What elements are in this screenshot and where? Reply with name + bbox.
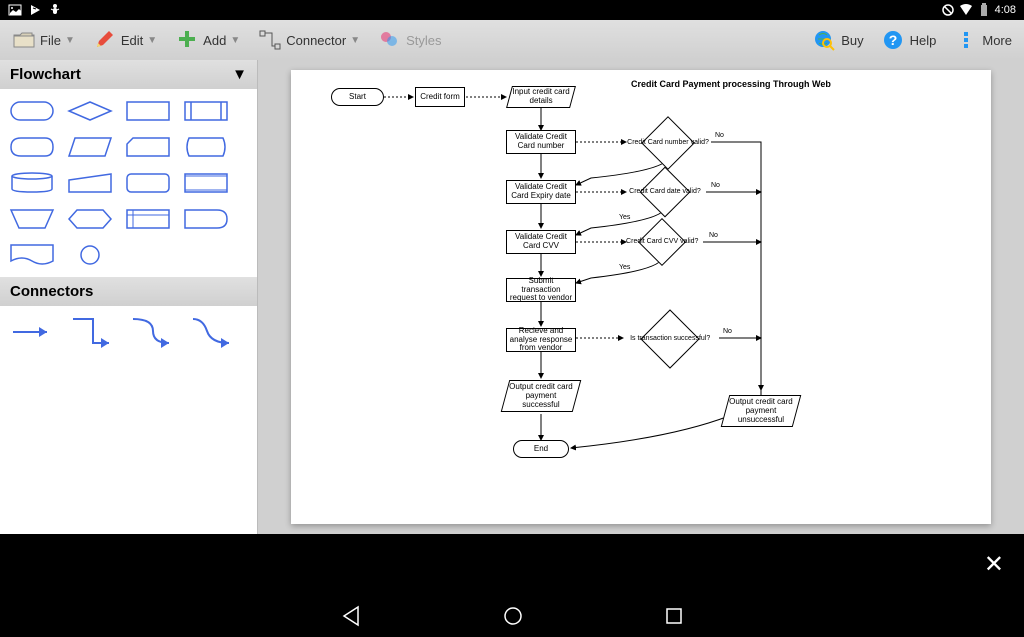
android-statusbar: 4:08 <box>0 0 1024 20</box>
shape-stored-data[interactable] <box>182 133 230 161</box>
bottom-bar: ✕ <box>0 534 1024 594</box>
edit-menu[interactable]: Edit ▼ <box>85 24 165 56</box>
help-button[interactable]: ? Help <box>874 24 945 56</box>
more-vertical-icon <box>954 28 978 52</box>
shape-card[interactable] <box>124 133 172 161</box>
label-no: No <box>709 232 718 239</box>
folder-icon <box>12 28 36 52</box>
shape-process-rounded[interactable] <box>124 169 172 197</box>
node-decision-success[interactable]: Is transaction successful? <box>640 309 699 368</box>
shape-terminator[interactable] <box>8 97 56 125</box>
shape-process[interactable] <box>124 97 172 125</box>
svg-text:?: ? <box>888 32 897 48</box>
wifi-icon <box>959 3 973 17</box>
image-icon <box>8 3 22 17</box>
connectors-shapes <box>0 306 257 358</box>
label-no: No <box>723 328 732 335</box>
shape-data[interactable] <box>66 133 114 161</box>
shape-predefined[interactable] <box>182 97 230 125</box>
node-decision-cvv[interactable]: Credit Card CVV valid? <box>638 218 686 266</box>
no-entry-icon <box>941 3 955 17</box>
node-credit-form[interactable]: Credit form <box>415 87 465 107</box>
file-menu[interactable]: File ▼ <box>4 24 83 56</box>
pencil-icon <box>93 28 117 52</box>
nav-recent-icon[interactable] <box>664 606 684 626</box>
bug-icon <box>48 3 62 17</box>
diagram-title: Credit Card Payment processing Through W… <box>631 79 831 89</box>
play-icon <box>28 3 42 17</box>
node-validate-cvv[interactable]: Validate Credit Card CVV <box>506 230 576 254</box>
label-no: No <box>715 132 724 139</box>
help-icon: ? <box>882 28 906 52</box>
chevron-down-icon: ▼ <box>350 35 360 46</box>
buy-button[interactable]: Buy <box>805 24 871 56</box>
connector-curved[interactable] <box>128 314 178 350</box>
node-output-success[interactable]: Output credit card payment successful <box>501 380 582 412</box>
nav-home-icon[interactable] <box>502 605 524 627</box>
shape-connector-circle[interactable] <box>66 241 114 269</box>
node-validate-expiry[interactable]: Validate Credit Card Expiry date <box>506 180 576 204</box>
node-output-fail[interactable]: Output credit card payment unsuccessful <box>721 395 802 427</box>
connector-elbow[interactable] <box>68 314 118 350</box>
battery-icon <box>977 3 991 17</box>
label-yes: Yes <box>619 214 630 221</box>
shape-sidebar: Flowchart ▼ Connectors <box>0 60 258 534</box>
chevron-down-icon: ▼ <box>232 66 247 83</box>
diagram-page[interactable]: Credit Card Payment processing Through W… <box>291 70 991 524</box>
shape-document[interactable] <box>8 241 56 269</box>
connector-smooth[interactable] <box>188 314 238 350</box>
node-submit[interactable]: Submit transaction request to vendor <box>506 278 576 302</box>
nav-back-icon[interactable] <box>340 605 362 627</box>
connector-straight[interactable] <box>8 314 58 350</box>
plus-icon <box>175 28 199 52</box>
statusbar-time: 4:08 <box>995 4 1016 16</box>
connectors-panel-header[interactable]: Connectors <box>0 277 257 306</box>
flowchart-panel-header[interactable]: Flowchart ▼ <box>0 60 257 89</box>
node-decision-date[interactable]: Credit Card date valid? <box>640 167 691 218</box>
styles-menu[interactable]: Styles <box>370 24 449 56</box>
label-yes: Yes <box>619 264 630 271</box>
globe-search-icon <box>813 28 837 52</box>
more-button[interactable]: More <box>946 24 1020 56</box>
node-receive[interactable]: Recieve and analyse response from vendor <box>506 328 576 352</box>
add-menu[interactable]: Add ▼ <box>167 24 248 56</box>
shape-delay[interactable] <box>182 205 230 233</box>
shape-internal-storage[interactable] <box>124 205 172 233</box>
label-no: No <box>711 182 720 189</box>
node-start[interactable]: Start <box>331 88 384 106</box>
styles-icon <box>378 28 402 52</box>
connector-menu[interactable]: Connector ▼ <box>250 24 368 56</box>
chevron-down-icon: ▼ <box>65 35 75 46</box>
node-input-details[interactable]: Input credit card details <box>506 86 576 108</box>
flowchart-shapes <box>0 89 257 277</box>
shape-manual-input[interactable] <box>66 169 114 197</box>
node-end[interactable]: End <box>513 440 569 458</box>
chevron-down-icon: ▼ <box>230 35 240 46</box>
close-icon[interactable]: ✕ <box>984 550 1004 579</box>
chevron-down-icon: ▼ <box>147 35 157 46</box>
shape-trapezoid[interactable] <box>8 205 56 233</box>
shape-hexagon[interactable] <box>66 205 114 233</box>
shape-double-rect[interactable] <box>182 169 230 197</box>
canvas[interactable]: Credit Card Payment processing Through W… <box>258 60 1024 534</box>
android-navbar <box>0 594 1024 637</box>
shape-database[interactable] <box>8 169 56 197</box>
node-decision-number[interactable]: Credit Card number valid? <box>641 116 695 170</box>
shape-display[interactable] <box>8 133 56 161</box>
main-toolbar: File ▼ Edit ▼ Add ▼ Connector ▼ Styles B… <box>0 20 1024 60</box>
shape-decision[interactable] <box>66 97 114 125</box>
node-validate-number[interactable]: Validate Credit Card number <box>506 130 576 154</box>
connector-icon <box>258 28 282 52</box>
